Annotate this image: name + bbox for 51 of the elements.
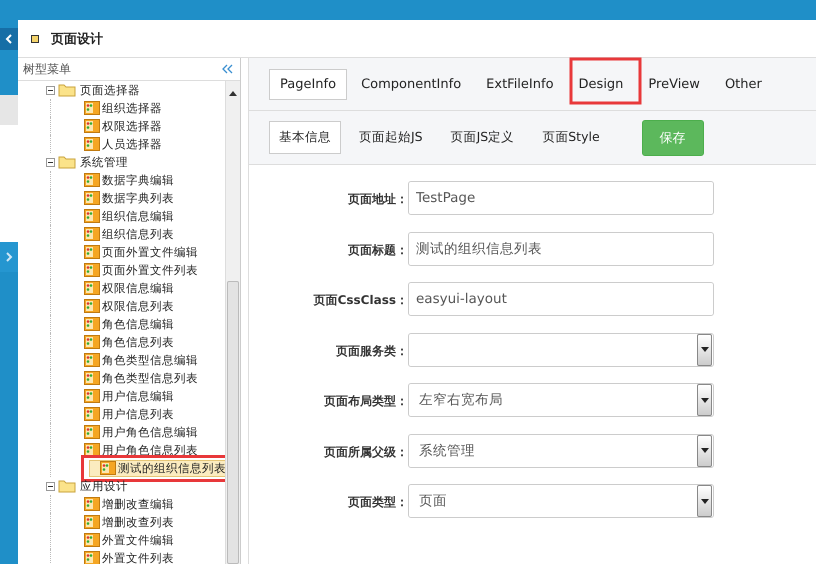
field-label: 页面服务类： xyxy=(334,342,408,360)
tree-item[interactable]: 数据字典编辑 xyxy=(81,172,177,188)
tab[interactable]: 页面JS定义 xyxy=(440,121,524,154)
input-field[interactable]: 测试的组织信息列表 xyxy=(408,232,714,266)
tree-item[interactable]: 测试的组织信息列表 xyxy=(89,460,227,476)
tree-item[interactable]: 人员选择器 xyxy=(81,136,165,152)
tab[interactable]: PageInfo xyxy=(269,68,348,100)
tree-item[interactable]: 组织信息列表 xyxy=(81,226,177,242)
tab[interactable]: 页面Style xyxy=(532,121,610,154)
field-label: 页面CssClass： xyxy=(312,292,408,309)
tree-item[interactable]: 权限信息列表 xyxy=(81,298,177,314)
tree-node[interactable]: 系统管理 xyxy=(79,154,129,170)
tree-item[interactable]: 页面外置文件列表 xyxy=(81,262,201,278)
dropdown-field[interactable]: 页面 xyxy=(408,484,714,518)
field-label: 页面所属父级： xyxy=(322,444,408,460)
dropdown-field[interactable]: 左窄右宽布局 xyxy=(408,383,714,417)
tree-item[interactable]: 外置文件编辑 xyxy=(81,532,177,548)
tree-node[interactable]: 应用设计 xyxy=(79,478,129,494)
field-label: 页面类型： xyxy=(346,494,408,511)
tree-item[interactable]: 角色信息编辑 xyxy=(81,316,177,332)
tree-item[interactable]: 组织信息编辑 xyxy=(81,208,177,224)
tree-node[interactable]: 页面选择器 xyxy=(79,82,141,98)
tab[interactable]: 页面起始JS xyxy=(349,121,433,154)
tree-item[interactable]: 增删改查编辑 xyxy=(81,496,177,512)
dropdown-field[interactable]: 系统管理 xyxy=(408,434,714,468)
field-label: 页面布局类型： xyxy=(322,393,408,410)
tree-item[interactable]: 角色信息列表 xyxy=(81,334,177,350)
tab[interactable]: ExtFileInfo xyxy=(475,68,565,100)
field-label: 页面地址： xyxy=(346,191,408,208)
tree-item[interactable]: 用户角色信息编辑 xyxy=(81,424,201,440)
panel-title: 页面设计 xyxy=(51,30,103,48)
tree-item[interactable]: 权限信息编辑 xyxy=(81,280,177,296)
tree-item[interactable]: 角色类型信息编辑 xyxy=(81,352,201,368)
tab[interactable]: Design xyxy=(568,68,634,100)
tree-item[interactable]: 权限选择器 xyxy=(81,118,165,134)
tree-item[interactable]: 组织选择器 xyxy=(81,100,165,116)
tab[interactable]: 基本信息 xyxy=(269,121,341,154)
field-label: 页面标题： xyxy=(346,242,408,258)
tab[interactable]: ComponentInfo xyxy=(350,68,472,100)
input-field[interactable]: TestPage xyxy=(408,181,714,215)
tree-item[interactable]: 数据字典列表 xyxy=(81,190,177,206)
input-field[interactable]: easyui-layout xyxy=(408,282,714,316)
tab[interactable]: Other xyxy=(714,68,773,100)
tree-item[interactable]: 页面外置文件编辑 xyxy=(81,244,201,260)
tree-item[interactable]: 角色类型信息列表 xyxy=(81,370,201,386)
tree-title: 树型菜单 xyxy=(23,60,71,78)
tree-item[interactable]: 用户信息编辑 xyxy=(81,388,177,404)
tab[interactable]: PreView xyxy=(637,68,711,100)
tree-item[interactable]: 增删改查列表 xyxy=(81,514,177,530)
tree-item[interactable]: 用户信息列表 xyxy=(81,406,177,422)
tree-item[interactable]: 外置文件列表 xyxy=(81,550,177,564)
